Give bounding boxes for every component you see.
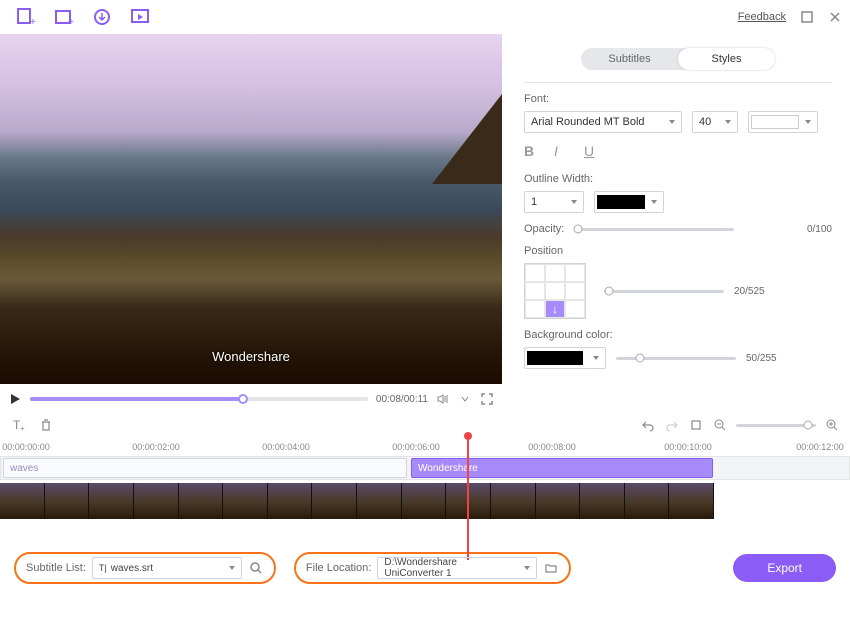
opacity-value: 0/100 — [807, 224, 832, 235]
subtitle-list-group: Subtitle List: T| waves.srt — [14, 552, 276, 584]
text-icon: T| — [99, 563, 107, 573]
bg-color-label: Background color: — [524, 329, 832, 341]
font-color-picker[interactable] — [748, 111, 818, 133]
volume-icon[interactable] — [436, 392, 450, 406]
subtitle-overlay: Wondershare — [212, 349, 290, 364]
position-grid[interactable]: ↓ — [524, 263, 586, 319]
outline-width-label: Outline Width: — [524, 173, 832, 185]
zoom-out-icon[interactable] — [712, 417, 728, 433]
file-location-group: File Location: D:\Wondershare UniConvert… — [294, 552, 571, 584]
bg-opacity-slider[interactable] — [616, 357, 736, 360]
delete-icon[interactable] — [38, 417, 54, 433]
italic-button[interactable]: I — [554, 143, 570, 159]
bg-color-picker[interactable] — [524, 347, 606, 369]
opacity-slider[interactable] — [574, 228, 734, 231]
position-slider[interactable] — [604, 290, 724, 293]
ruler-mark: 00:00:10:00 — [664, 442, 712, 452]
font-label: Font: — [524, 93, 832, 105]
file-location-label: File Location: — [306, 562, 371, 574]
video-preview[interactable]: Wondershare — [0, 34, 502, 384]
ruler-mark: 00:00:02:00 — [132, 442, 180, 452]
ruler-mark: 00:00:08:00 — [528, 442, 576, 452]
fullscreen-icon[interactable] — [480, 392, 494, 406]
subtitle-clip-1[interactable]: waves — [3, 458, 407, 478]
zoom-slider[interactable] — [736, 424, 816, 427]
maximize-icon[interactable] — [800, 10, 814, 24]
zoom-in-icon[interactable] — [824, 417, 840, 433]
bg-value: 50/255 — [746, 353, 777, 364]
ruler-mark: 00:00:12:00 — [796, 442, 844, 452]
play-button[interactable] — [8, 392, 22, 406]
progress-bar[interactable] — [30, 397, 368, 401]
tab-subtitles[interactable]: Subtitles — [581, 48, 678, 70]
folder-icon[interactable] — [543, 560, 559, 576]
ruler-mark: 00:00:00:00 — [2, 442, 50, 452]
font-family-dropdown[interactable]: Arial Rounded MT Bold — [524, 111, 682, 133]
position-selected-bottom-center[interactable]: ↓ — [545, 300, 565, 318]
tab-styles[interactable]: Styles — [678, 48, 775, 70]
position-label: Position — [524, 245, 832, 257]
presentation-icon[interactable] — [130, 7, 150, 27]
redo-icon[interactable] — [664, 417, 680, 433]
file-location-dropdown[interactable]: D:\Wondershare UniConverter 1 — [377, 557, 537, 579]
search-icon[interactable] — [248, 560, 264, 576]
import-file-icon[interactable]: + — [16, 7, 36, 27]
timeline-ruler[interactable]: 00:00:00:00 00:00:02:00 00:00:04:00 00:0… — [0, 440, 850, 456]
feedback-link[interactable]: Feedback — [738, 11, 786, 23]
subtitle-track[interactable]: waves Wondershare — [0, 456, 850, 480]
subtitle-clip-2[interactable]: Wondershare — [411, 458, 713, 478]
undo-icon[interactable] — [640, 417, 656, 433]
subtitle-list-label: Subtitle List: — [26, 562, 86, 574]
download-icon[interactable] — [92, 7, 112, 27]
outline-width-dropdown[interactable]: 1 — [524, 191, 584, 213]
video-track[interactable] — [0, 483, 714, 519]
outline-color-picker[interactable] — [594, 191, 664, 213]
bold-button[interactable]: B — [524, 143, 540, 159]
svg-text:+: + — [30, 17, 36, 27]
underline-button[interactable]: U — [584, 143, 600, 159]
position-value: 20/525 — [734, 286, 765, 297]
export-button[interactable]: Export — [733, 554, 836, 582]
font-size-dropdown[interactable]: 40 — [692, 111, 738, 133]
opacity-label: Opacity: — [524, 223, 564, 235]
crop-icon[interactable] — [688, 417, 704, 433]
add-text-icon[interactable]: T+ — [10, 417, 26, 433]
time-display: 00:08/00:11 — [376, 394, 428, 405]
dropdown-icon[interactable] — [458, 392, 472, 406]
playhead[interactable] — [467, 436, 469, 560]
subtitle-file-dropdown[interactable]: T| waves.srt — [92, 557, 242, 579]
import-folder-icon[interactable]: + — [54, 7, 74, 27]
close-icon[interactable] — [828, 10, 842, 24]
svg-text:+: + — [68, 17, 74, 27]
svg-text:+: + — [20, 424, 25, 433]
ruler-mark: 00:00:06:00 — [392, 442, 440, 452]
ruler-mark: 00:00:04:00 — [262, 442, 310, 452]
